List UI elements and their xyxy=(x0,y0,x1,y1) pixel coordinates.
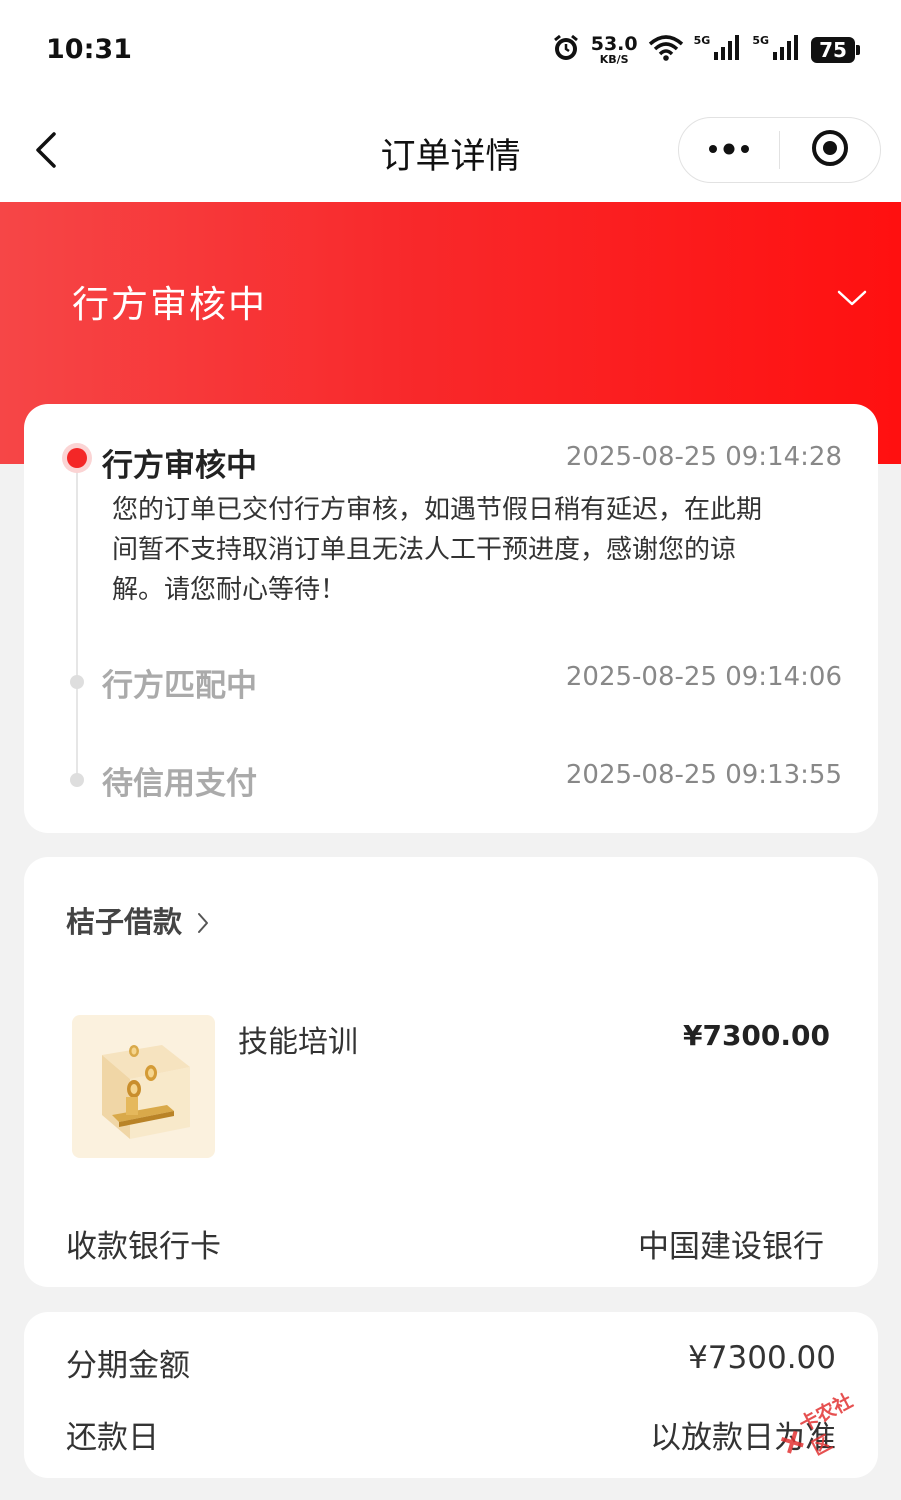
status-bar: 10:31 53.0 KB/S 5G 5G 75 xyxy=(0,0,901,100)
wifi-icon xyxy=(648,34,684,66)
installment-amount-value: ¥7300.00 xyxy=(688,1340,836,1376)
description-line: 间暂不支持取消订单且无法人工干预进度，感谢您的谅 xyxy=(112,535,737,565)
product-name: 技能培训 xyxy=(238,1025,358,1060)
merchant-link[interactable]: 桔子借款 xyxy=(66,899,210,941)
hero-status-title: 行方审核中 xyxy=(72,283,267,326)
timeline-step-time: 2025-08-25 09:14:06 xyxy=(565,662,842,692)
timeline-dot xyxy=(70,773,84,787)
bank-card-label: 收款银行卡 xyxy=(66,1229,221,1265)
more-button[interactable] xyxy=(679,118,779,182)
coin-box-icon xyxy=(72,1015,215,1158)
signal-2-label: 5G xyxy=(752,34,769,47)
status-time: 10:31 xyxy=(46,34,132,65)
order-product-card: 桔子借款 技能培训 ¥7300.00 收款银行卡 中国建设银行 xyxy=(24,857,878,1287)
timeline-dot-active xyxy=(62,443,92,473)
signal-icon xyxy=(712,34,742,66)
timeline-dot xyxy=(70,675,84,689)
timeline-step-time: 2025-08-25 09:13:55 xyxy=(565,760,842,790)
bank-card-value: 中国建设银行 xyxy=(638,1229,824,1265)
signal-1-label: 5G xyxy=(693,34,711,47)
merchant-name: 桔子借款 xyxy=(66,905,183,939)
timeline-line xyxy=(76,464,78,782)
product-price: ¥7300.00 xyxy=(682,1019,830,1052)
battery-level: 75 xyxy=(819,38,847,62)
net-speed-unit: KB/S xyxy=(599,53,629,66)
timeline-step-title: 行方匹配中 xyxy=(102,668,257,704)
description-line: 解。请您耐心等待！ xyxy=(112,575,347,605)
status-icons: 53.0 KB/S 5G 5G 75 xyxy=(551,32,860,68)
signal-icon xyxy=(771,34,801,66)
battery-icon: 75 xyxy=(811,37,860,63)
chevron-left-icon[interactable] xyxy=(30,128,66,172)
net-speed: 53.0 KB/S xyxy=(590,33,638,66)
close-button[interactable] xyxy=(780,118,880,182)
timeline-step-title: 行方审核中 xyxy=(102,448,257,484)
mini-program-capsule xyxy=(678,117,881,183)
timeline-step-title: 待信用支付 xyxy=(102,766,257,802)
nav-bar: 订单详情 xyxy=(0,100,901,202)
installment-card: 分期金额 ¥7300.00 还款日 以放款日为准 xyxy=(24,1312,878,1478)
net-speed-value: 53.0 xyxy=(590,33,638,55)
timeline-step-description: 您的订单已交付行方审核，如遇节假日稍有延迟，在此期 间暂不支持取消订单且无法人工… xyxy=(112,490,832,610)
chevron-down-icon[interactable] xyxy=(836,288,868,308)
more-dots-icon xyxy=(707,141,751,160)
alarm-icon xyxy=(551,33,581,67)
timeline-step-time: 2025-08-25 09:14:28 xyxy=(565,442,842,472)
repay-day-label: 还款日 xyxy=(66,1420,159,1456)
target-circle-icon xyxy=(810,128,850,172)
timeline-card: 行方审核中 2025-08-25 09:14:28 您的订单已交付行方审核，如遇… xyxy=(24,404,878,833)
description-line: 您的订单已交付行方审核，如遇节假日稍有延迟，在此期 xyxy=(112,495,763,525)
chevron-right-icon xyxy=(196,908,210,933)
installment-amount-label: 分期金额 xyxy=(66,1348,190,1384)
